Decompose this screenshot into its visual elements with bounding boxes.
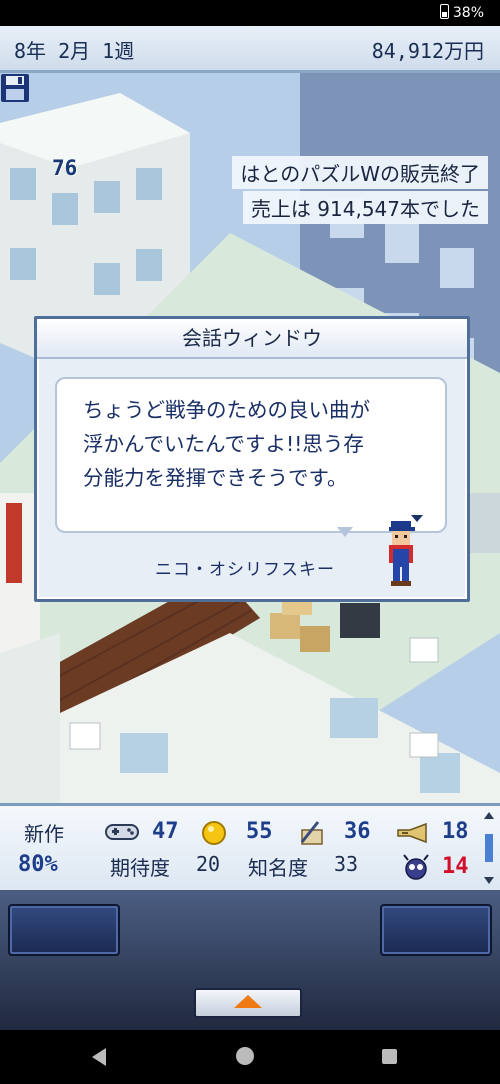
recent-apps-icon[interactable] [382,1049,397,1064]
home-icon[interactable] [236,1047,254,1065]
save-count: 76 [52,156,78,180]
speech-bubble: ちょうど戦争のための良い曲が 浮かんでいたんですよ!!思う存 分能力を発揮できそ… [55,377,447,533]
right-menu-button[interactable] [380,904,492,956]
save-disk-icon [1,74,29,102]
dialog-message-line: ちょうど戦争のための良い曲が [83,398,370,422]
scenario-stat: 36 [344,819,371,844]
up-arrow-icon [234,995,262,1008]
dialog-message-line: 分能力を発揮できそうです。 [83,466,348,490]
funds-display: 84,912万円 [371,39,484,63]
speech-bubble-tail [337,527,353,537]
expectation-label: 期待度 [110,856,170,880]
character-portrait [389,521,415,586]
fame-value: 33 [334,852,359,876]
battery-percent: 38% [452,5,484,21]
battery-icon [439,4,449,19]
system-status-bar: 38% [0,0,500,26]
project-stats-bar[interactable]: 新作 80% 47 55 36 18 期待度 20 知名度 33 14 [0,803,500,893]
system-navigation-bar [0,1030,500,1084]
stats-scrollbar[interactable] [484,812,494,884]
bug-icon [403,854,429,880]
sound-horn-icon [397,822,427,844]
coin-icon [202,821,226,845]
game-date: 8年 2月 1週 [14,39,135,63]
new-work-label: 新作 [24,822,64,846]
game-top-bar: 8年 2月 1週 84,912万円 [0,26,500,73]
back-icon[interactable] [92,1048,106,1066]
controller-icon [105,824,139,840]
expand-menu-button[interactable] [194,988,302,1018]
sound-stat: 18 [442,819,469,844]
creativity-stat: 55 [246,819,273,844]
bug-count: 14 [442,854,469,879]
fame-label: 知名度 [248,856,308,880]
conversation-window-title: 会話ウィンドウ [37,319,467,359]
expectation-value: 20 [196,852,221,876]
speaker-name: ニコ・オシリフスキー [155,560,335,580]
bottom-control-panel [0,890,500,1030]
conversation-window[interactable]: 会話ウィンドウ ちょうど戦争のための良い曲が 浮かんでいたんですよ!!思う存 分… [34,316,470,602]
news-ticker-line2: 売上は 914,547本でした [242,191,488,224]
left-menu-button[interactable] [8,904,120,956]
fun-stat: 47 [152,819,179,844]
news-ticker-line1: はとのパズルWの販売終了 [232,156,488,189]
development-progress: 80% [18,852,58,877]
dialog-message-line: 浮かんでいたんですよ!!思う存 [83,432,364,456]
dialog-message: ちょうど戦争のための良い曲が 浮かんでいたんですよ!!思う存 分能力を発揮できそ… [83,393,428,495]
scenario-quill-icon [300,821,323,845]
battery-indicator: 38% [439,4,484,21]
